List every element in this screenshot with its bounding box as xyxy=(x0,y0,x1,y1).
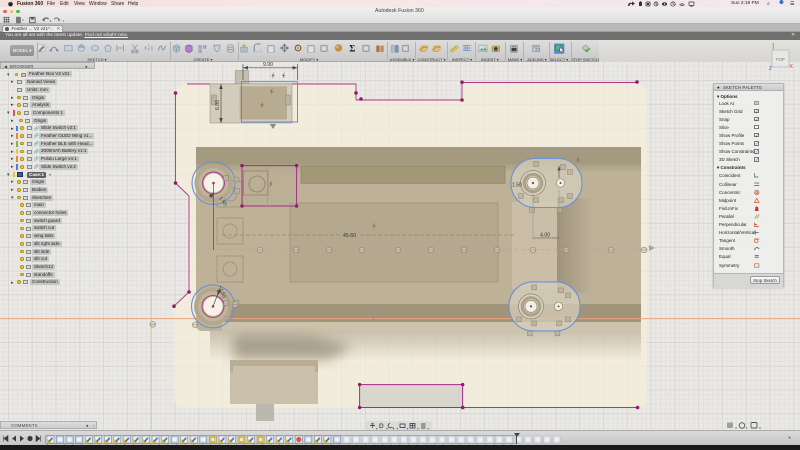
svg-text:X: X xyxy=(790,64,794,70)
svg-text:45.60: 45.60 xyxy=(343,233,356,239)
svg-text:Z: Z xyxy=(769,66,772,72)
svg-text:Σ: Σ xyxy=(349,44,355,54)
svg-text:4.00: 4.00 xyxy=(540,233,550,239)
svg-text:6.00: 6.00 xyxy=(215,100,221,110)
svg-text:1.50: 1.50 xyxy=(512,183,522,189)
svg-text:X: X xyxy=(372,316,375,321)
svg-text:TOP: TOP xyxy=(776,57,785,62)
svg-text:9.00: 9.00 xyxy=(263,62,273,68)
